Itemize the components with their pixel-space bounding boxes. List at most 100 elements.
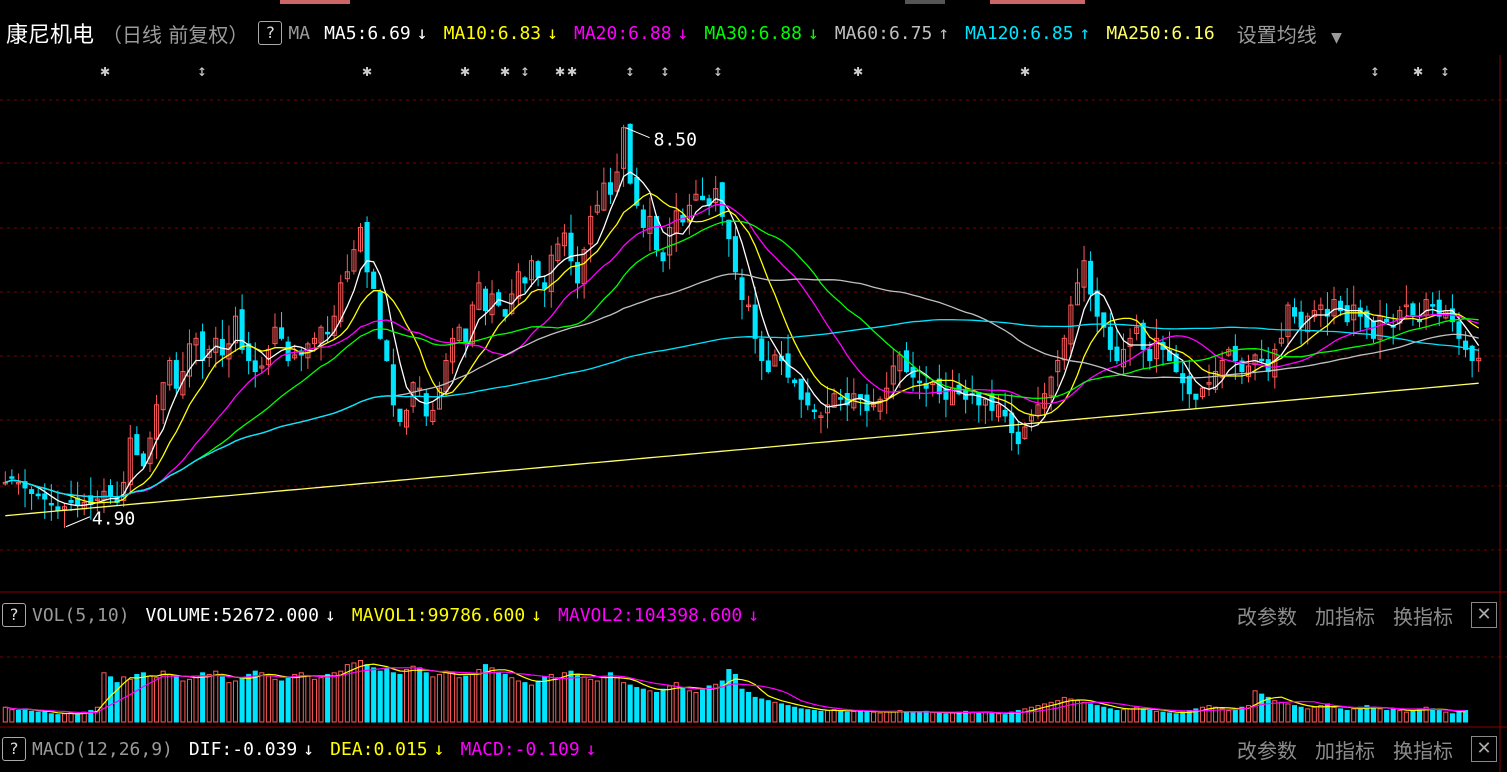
volume-bar [621, 682, 627, 723]
volume-bar [338, 670, 344, 723]
event-marker-icon: ✱ [853, 61, 863, 80]
volume-bar [265, 675, 271, 723]
volume-bar [167, 673, 173, 723]
candle-body [1259, 358, 1265, 362]
volume-bar [746, 691, 752, 723]
macd-value-1: DEA:0.015 [330, 738, 428, 760]
candle-body [811, 409, 817, 413]
volume-bar [1088, 703, 1094, 723]
volume-bar [844, 711, 850, 723]
vol-switch-indicator-button[interactable]: 换指标 [1393, 601, 1453, 630]
volume-bar [502, 673, 508, 723]
volume-bar [1278, 701, 1284, 723]
vol-trend-arrow-1: ↓ [531, 604, 543, 626]
volume-bar [180, 680, 186, 723]
macd-switch-indicator-button[interactable]: 换指标 [1393, 735, 1453, 764]
volume-bar [397, 673, 403, 723]
vol-modify-params-button[interactable]: 改参数 [1237, 601, 1297, 630]
macd-help-icon[interactable]: ? [2, 737, 26, 761]
candle-body [29, 489, 35, 494]
vol-value-2: MAVOL2:104398.600 [558, 604, 743, 626]
volume-bar [1344, 710, 1350, 723]
candle-body [719, 182, 725, 217]
candle-body [173, 360, 179, 389]
macd-value-2: MACD:-0.109 [460, 738, 580, 760]
price-chart[interactable]: 8.504.90✱ ↕ ✱ ✱ ✱ ↕ ✱ ✱ ↕ ↕ ↕ ✱ ✱ ↕ ✱ ↕ [0, 0, 1507, 772]
volume-bar [864, 710, 870, 723]
volume-bar [213, 670, 219, 723]
volume-bar [436, 673, 442, 723]
volume-bar [1291, 705, 1298, 723]
vol-close-icon[interactable]: ✕ [1471, 602, 1497, 628]
volume-bar [614, 677, 620, 723]
volume-bar [443, 670, 449, 723]
volume-bar [134, 673, 140, 723]
help-icon[interactable]: ? [258, 21, 283, 45]
candle-body [48, 502, 54, 506]
volume-bar [298, 672, 304, 723]
volume-bar [1410, 710, 1416, 723]
ma250-line [5, 382, 1479, 517]
macd-tools: 改参数 加指标 换指标 ✕ [1237, 735, 1497, 764]
candle-body [397, 408, 403, 422]
volume-bar [364, 664, 370, 723]
stock-name[interactable]: 康尼机电 [6, 17, 94, 49]
volume-bar [509, 677, 515, 723]
ma-settings-button[interactable]: 设置均线 ▼ [1237, 19, 1342, 48]
candle-body [42, 493, 48, 500]
volume-bar [699, 688, 706, 723]
candle-body [1002, 409, 1008, 417]
volume-bar [1403, 711, 1409, 723]
volume-bar [785, 705, 791, 723]
candle-body [943, 388, 949, 400]
volume-bar [325, 673, 331, 723]
volume-bar [660, 688, 666, 723]
candle-body [805, 392, 811, 406]
event-marker-icon: ↕ [1440, 61, 1450, 80]
candle-body [1384, 318, 1390, 323]
event-marker-icon: ↕ [197, 61, 207, 80]
macd-close-icon[interactable]: ✕ [1471, 736, 1497, 762]
candle-body [252, 360, 258, 373]
candle-body [1456, 321, 1462, 339]
candle-body [384, 340, 390, 361]
volume-bar [976, 712, 982, 723]
volume-bar [989, 712, 995, 723]
volume-bar [1357, 706, 1363, 723]
macd-add-indicator-button[interactable]: 加指标 [1315, 735, 1375, 764]
volume-bar [890, 710, 896, 723]
volume-bar [798, 708, 804, 723]
volume-bar [272, 678, 278, 723]
candle-body [1232, 345, 1238, 361]
ma-trend-arrow-1: ↓ [547, 22, 558, 44]
volume-bar [311, 678, 317, 723]
vol-add-indicator-button[interactable]: 加指标 [1315, 601, 1375, 630]
candle-body [1193, 393, 1199, 400]
volume-bar [48, 713, 54, 723]
volume-bar [154, 677, 160, 723]
volume-bar [1331, 706, 1337, 723]
volume-bar [1153, 710, 1159, 723]
candle-body [482, 288, 489, 312]
volume-bar [522, 682, 528, 723]
volume-bar [1160, 711, 1166, 723]
candle-body [463, 328, 469, 345]
candle-body [325, 331, 331, 335]
macd-modify-params-button[interactable]: 改参数 [1237, 735, 1297, 764]
macd-indicator-name: MACD(12,26,9) [32, 738, 173, 760]
volume-bar [9, 709, 15, 723]
volume-bar [1167, 712, 1173, 723]
volume-bar [305, 675, 311, 723]
vol-help-icon[interactable]: ? [2, 603, 26, 627]
candle-body [107, 485, 114, 497]
volume-bar [423, 672, 429, 723]
volume-bar [1101, 706, 1107, 723]
volume-bar [1456, 711, 1462, 723]
volume-bar [528, 684, 535, 723]
volume-bar [917, 711, 923, 723]
volume-bar [1173, 713, 1179, 723]
candle-body [377, 291, 383, 339]
candle-body [364, 222, 370, 273]
volume-bar [811, 710, 817, 723]
ma-trend-arrow-2: ↓ [677, 22, 689, 44]
